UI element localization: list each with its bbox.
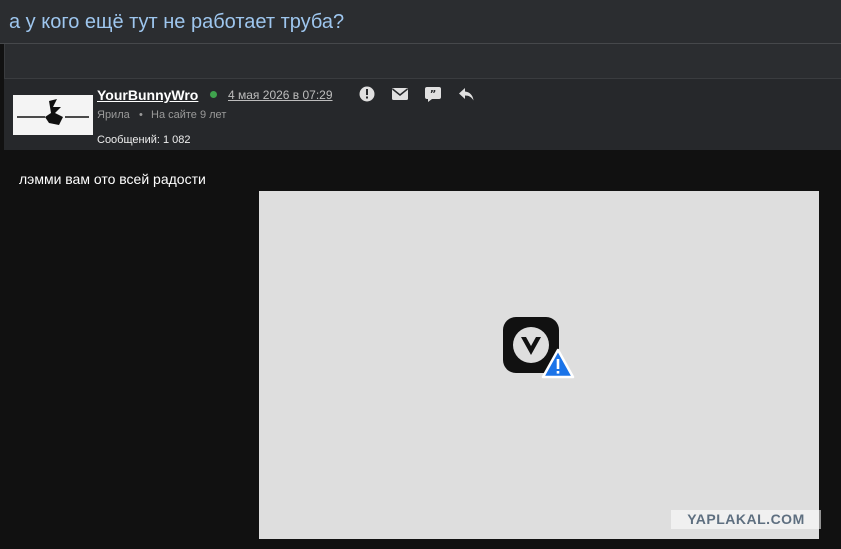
post-toolbar-strip [4, 44, 841, 79]
topic-title: а у кого ещё тут не работает труба? [9, 11, 345, 33]
post-text: лэмми вам ото всей радости [19, 171, 206, 187]
watermark: YAPLAKAL.COM [671, 510, 821, 529]
meta-separator: • [139, 109, 143, 121]
reply-icon[interactable] [457, 85, 475, 103]
online-status-icon [210, 91, 217, 98]
mail-icon[interactable] [391, 85, 409, 103]
report-icon[interactable] [358, 85, 376, 103]
avatar[interactable] [13, 95, 93, 135]
quote-icon[interactable]: ” [424, 85, 442, 103]
user-message-count: Сообщений: 1 082 [97, 134, 191, 146]
user-on-site: На сайте 9 лет [151, 109, 227, 121]
svg-text:”: ” [430, 89, 437, 100]
user-rank: Ярила [97, 109, 130, 121]
post-date-link[interactable]: 4 мая 2026 в 07:29 [228, 88, 333, 102]
username-link[interactable]: YourBunnyWro [97, 87, 198, 103]
vivaldi-warning-icon [502, 316, 576, 380]
